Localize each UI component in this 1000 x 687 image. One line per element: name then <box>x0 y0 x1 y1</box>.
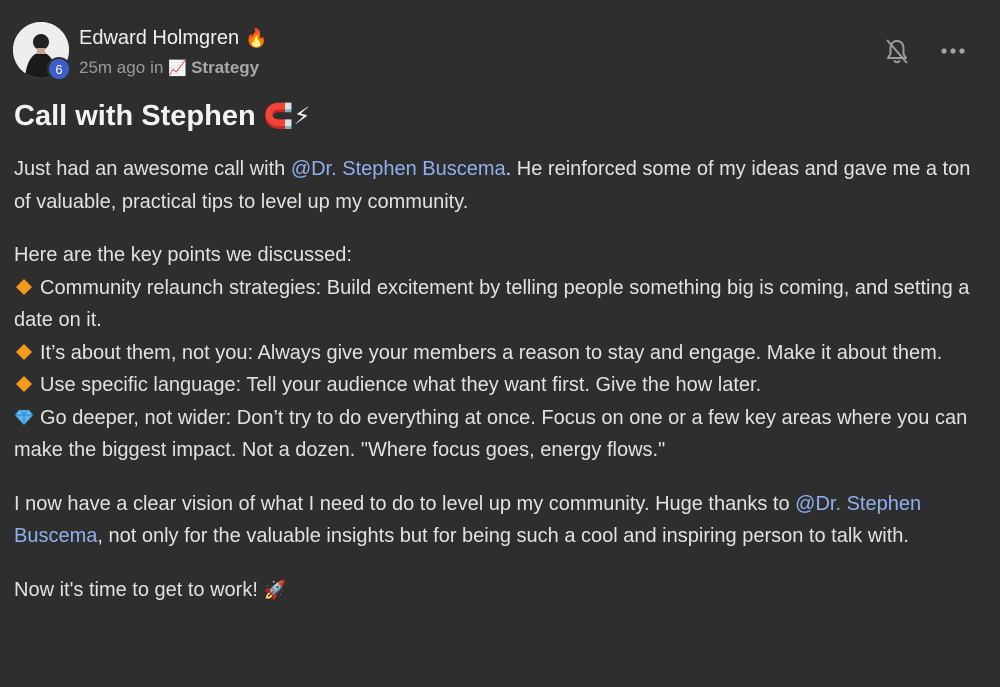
ellipsis-icon <box>941 48 965 54</box>
list-item: It’s about them, not you: Always give yo… <box>14 337 974 370</box>
orange-diamond-icon <box>16 376 32 392</box>
bell-off-icon <box>886 39 908 64</box>
list-item-text: Go deeper, not wider: Don’t try to do ev… <box>14 406 968 462</box>
list-item-text: Use specific language: Tell your audienc… <box>40 374 762 396</box>
post-time[interactable]: 25m ago <box>79 58 145 78</box>
paragraph-4: Now it's time to get to work! 🚀 <box>14 574 974 607</box>
avatar[interactable]: 6 <box>13 22 71 81</box>
list-item-text: It’s about them, not you: Always give yo… <box>40 341 943 364</box>
more-options-button[interactable] <box>939 38 967 64</box>
paragraph-text: , not only for the valuable insights but… <box>97 525 909 547</box>
gem-icon <box>15 409 33 425</box>
paragraph-1: Just had an awesome call with @Dr. Steph… <box>14 153 974 218</box>
chart-up-emoji: 📈 <box>168 60 188 77</box>
key-points-intro: Here are the key points we discussed: <box>14 244 352 266</box>
paragraph-text: I now have a clear vision of what I need… <box>14 492 796 515</box>
rocket-emoji: 🚀 <box>263 579 286 600</box>
list-item: Go deeper, not wider: Don’t try to do ev… <box>14 402 974 467</box>
post-title-text: Call with Stephen <box>14 100 256 132</box>
post-title: Call with Stephen 🧲⚡ <box>14 100 310 133</box>
paragraph-text: Just had an awesome call with <box>14 158 291 180</box>
paragraph-3: I now have a clear vision of what I need… <box>14 488 974 553</box>
post-meta: 25m ago in 📈 Strategy <box>79 58 259 78</box>
author-name[interactable]: Edward Holmgren <box>79 27 239 50</box>
level-badge: 6 <box>47 57 71 81</box>
list-item-text: Community relaunch strategies: Build exc… <box>14 276 970 332</box>
magnet-lightning-emoji: 🧲⚡ <box>263 103 311 130</box>
post-header: 6 Edward Holmgren 🔥 25m ago in 📈 Strateg… <box>13 22 987 82</box>
key-points-section: Here are the key points we discussed: Co… <box>14 239 974 467</box>
fire-emoji: 🔥 <box>245 28 268 48</box>
category-link[interactable]: 📈 Strategy <box>168 58 259 78</box>
orange-diamond-icon <box>16 343 32 360</box>
list-item: Community relaunch strategies: Build exc… <box>14 272 974 337</box>
mention-link[interactable]: @Dr. Stephen Buscema <box>291 158 506 180</box>
orange-diamond-icon <box>16 278 32 295</box>
mute-notifications-button[interactable] <box>884 38 910 66</box>
in-label: in <box>150 58 164 77</box>
category-label: Strategy <box>191 58 260 77</box>
post-body: Just had an awesome call with @Dr. Steph… <box>14 153 974 627</box>
list-item: Use specific language: Tell your audienc… <box>14 369 974 402</box>
paragraph-text: Now it's time to get to work! <box>14 578 258 601</box>
